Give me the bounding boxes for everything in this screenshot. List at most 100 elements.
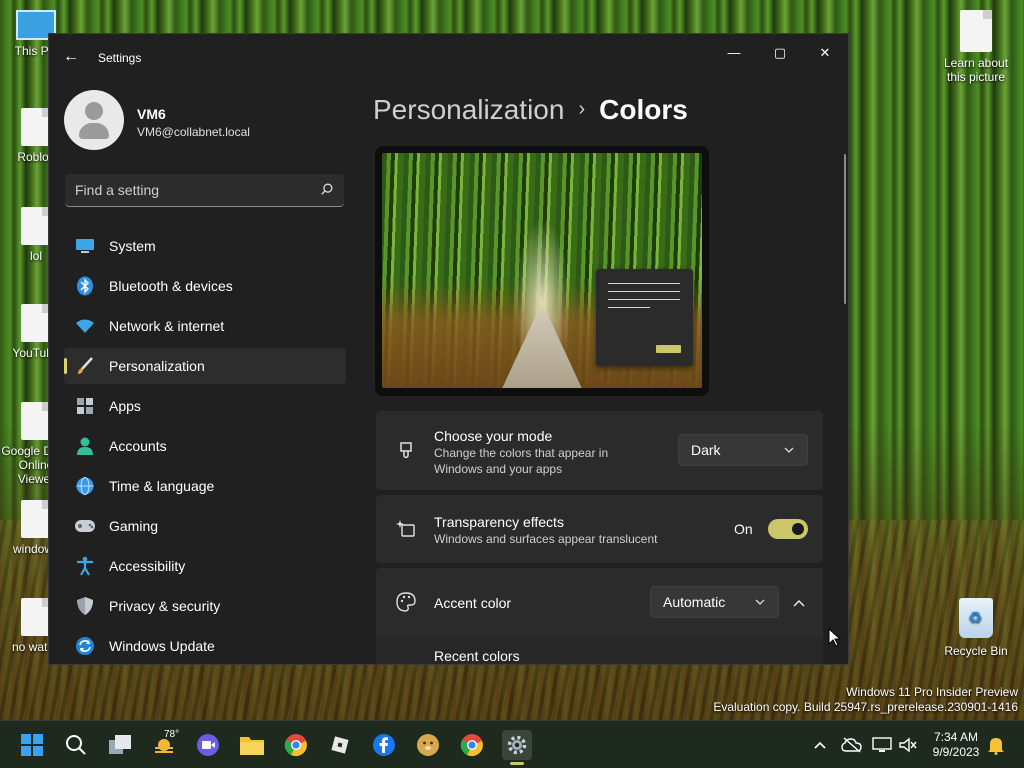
chrome-icon[interactable]: [282, 731, 310, 759]
page-title: Colors: [599, 94, 688, 125]
sidebar-item-privacy[interactable]: Privacy & security: [64, 588, 346, 624]
sidebar-item-network[interactable]: Network & internet: [64, 308, 346, 344]
sidebar-item-personalization[interactable]: Personalization: [64, 348, 346, 384]
breadcrumb-separator-icon: ›: [578, 98, 586, 120]
globe-clock-icon: [74, 475, 96, 497]
monitor-icon: [74, 235, 96, 257]
desktop-icon-label: Recycle Bin: [944, 644, 1008, 658]
desktop-icon-recycle-bin[interactable]: ♻ Recycle Bin: [938, 598, 1014, 658]
sidebar-item-label: Bluetooth & devices: [109, 278, 233, 294]
sidebar-item-label: Privacy & security: [109, 598, 221, 614]
recycle-bin-icon: ♻: [959, 598, 993, 638]
sidebar-item-label: Windows Update: [109, 638, 215, 654]
watermark-line: Windows 11 Pro Insider Preview: [846, 685, 1018, 699]
network-icon[interactable]: [868, 731, 896, 759]
file-explorer-icon[interactable]: [238, 731, 266, 759]
sparkle-window-icon: [396, 520, 415, 537]
mode-title: Choose your mode: [434, 428, 553, 444]
desktop-icon-label: lol: [29, 249, 42, 263]
desktop-icon-learn-about-picture[interactable]: Learn about this picture: [938, 10, 1014, 84]
apps-icon: [74, 395, 96, 417]
title-bar[interactable]: ← Settings — ▢ ✕: [49, 34, 848, 82]
sidebar-item-accessibility[interactable]: Accessibility: [64, 548, 346, 584]
accessibility-icon: [74, 555, 96, 577]
chevron-down-icon: [784, 447, 794, 453]
mouse-cursor-icon: [828, 628, 842, 647]
avatar[interactable]: [64, 90, 124, 150]
maximize-button[interactable]: ▢: [765, 42, 795, 64]
bluetooth-icon: [74, 275, 96, 297]
sidebar-item-label: Accounts: [109, 438, 167, 454]
taskbar: 78° 7:34 AM 9/9/2023: [0, 720, 1024, 768]
settings-cards: Choose your mode Change the colors that …: [376, 411, 823, 664]
search-input[interactable]: [75, 182, 305, 198]
clock-time: 7:34 AM: [933, 730, 979, 744]
close-button[interactable]: ✕: [810, 42, 840, 64]
sidebar-item-label: Accessibility: [109, 558, 186, 574]
search-taskbar-icon[interactable]: [62, 731, 90, 759]
chevron-up-tray-icon[interactable]: [806, 731, 834, 759]
shield-icon: [74, 595, 96, 617]
notification-bell-icon[interactable]: [982, 731, 1010, 759]
sidebar-item-bluetooth[interactable]: Bluetooth & devices: [64, 268, 346, 304]
sidebar-item-accounts[interactable]: Accounts: [64, 428, 346, 464]
chevron-up-icon[interactable]: [792, 596, 806, 610]
back-arrow-icon[interactable]: ←: [63, 48, 81, 66]
minimize-button[interactable]: —: [719, 42, 749, 64]
sidebar-item-apps[interactable]: Apps: [64, 388, 346, 424]
file-icon: [21, 598, 51, 636]
meet-video-icon[interactable]: [194, 731, 222, 759]
update-icon: [74, 635, 96, 657]
file-icon: [960, 10, 992, 52]
chevron-down-icon: [755, 599, 765, 605]
sidebar-item-system[interactable]: System: [64, 228, 346, 264]
user-name: VM6: [137, 106, 166, 122]
active-app-indicator: [510, 762, 524, 765]
settings-gear-icon[interactable]: [502, 730, 532, 760]
file-icon: [21, 108, 51, 146]
gamepad-icon: [74, 515, 96, 537]
mode-card: Choose your mode Change the colors that …: [376, 411, 823, 490]
weather-temp: 78°: [164, 729, 180, 740]
breadcrumb-parent[interactable]: Personalization: [373, 94, 564, 125]
onedrive-offline-icon[interactable]: [838, 731, 866, 759]
transparency-state-label: On: [734, 521, 753, 537]
sidebar-item-label: Apps: [109, 398, 141, 414]
system-clock[interactable]: 7:34 AM 9/9/2023: [928, 730, 984, 760]
sidebar-nav: System Bluetooth & devices Network & int…: [64, 228, 346, 664]
sidebar-item-windows-update[interactable]: Windows Update: [64, 628, 346, 664]
recent-colors-label: Recent colors: [434, 648, 520, 664]
clock-date: 9/9/2023: [932, 745, 980, 759]
accent-dropdown-value: Automatic: [663, 594, 726, 610]
scrollbar[interactable]: [844, 154, 846, 304]
facebook-icon[interactable]: [370, 731, 398, 759]
accent-dropdown[interactable]: Automatic: [650, 586, 779, 618]
watermark-line: Evaluation copy. Build 25947.rs_prerelea…: [713, 700, 1018, 714]
mode-description: Change the colors that appear in Windows…: [434, 446, 609, 476]
search-icon[interactable]: [320, 181, 334, 197]
sidebar-item-gaming[interactable]: Gaming: [64, 508, 346, 544]
chrome-alt-icon[interactable]: [458, 731, 486, 759]
mode-dropdown[interactable]: Dark: [678, 434, 808, 466]
settings-window: ← Settings — ▢ ✕ VM6 VM6@collabnet.local…: [48, 33, 849, 665]
mode-dropdown-value: Dark: [691, 442, 721, 458]
sidebar-item-time-language[interactable]: Time & language: [64, 468, 346, 504]
windows-logo-icon: [21, 734, 43, 756]
task-view-icon[interactable]: [106, 731, 134, 759]
person-icon: [74, 435, 96, 457]
sidebar-item-label: Network & internet: [109, 318, 225, 334]
wifi-icon: [74, 315, 96, 337]
paint-bucket-icon: [400, 442, 412, 459]
roblox-icon[interactable]: [326, 731, 354, 759]
search-box[interactable]: [65, 174, 344, 207]
preview-wallpaper-image: [382, 153, 702, 388]
volume-muted-icon[interactable]: [894, 731, 922, 759]
doge-app-icon[interactable]: [414, 731, 442, 759]
evaluation-watermark: Windows 11 Pro Insider Preview Evaluatio…: [713, 685, 1018, 715]
file-icon: [21, 207, 51, 245]
start-button[interactable]: [18, 731, 46, 759]
transparency-toggle[interactable]: [768, 519, 808, 539]
accent-card: Accent color Automatic: [376, 568, 823, 638]
main-content: Personalization › Colors Choose your mod…: [373, 82, 843, 664]
sidebar-item-label: Time & language: [109, 478, 215, 494]
